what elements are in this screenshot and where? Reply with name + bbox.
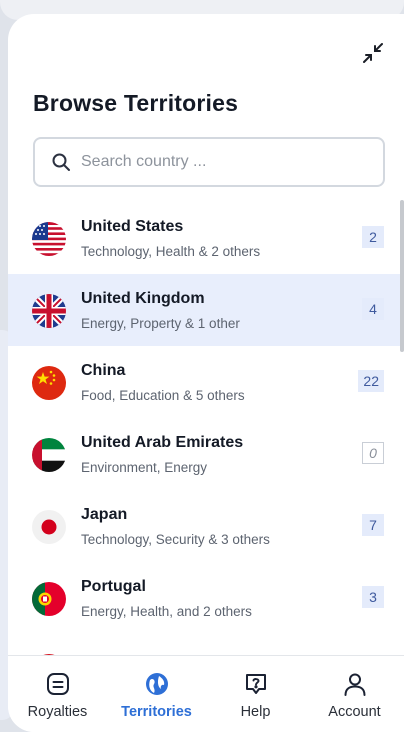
nav-label-account: Account	[328, 704, 381, 720]
nav-label-territories: Territories	[121, 704, 192, 720]
territory-count-badge: 2	[362, 226, 384, 248]
portugal-flag-icon	[32, 582, 66, 616]
territory-sectors: Energy, Property & 1 other	[81, 316, 240, 331]
territory-row-united-arab-emirates[interactable]: United Arab Emirates Environment, Energy…	[8, 418, 404, 490]
territory-row-japan[interactable]: Japan Technology, Security & 3 others 7	[8, 490, 404, 562]
territory-sectors: Technology, Security & 3 others	[81, 532, 270, 547]
page-title: Browse Territories	[33, 90, 239, 116]
account-icon	[341, 670, 369, 698]
nav-item-account[interactable]: Account	[305, 656, 404, 732]
nav-item-territories[interactable]: Territories	[107, 656, 206, 732]
collapse-button[interactable]	[360, 40, 386, 66]
list-scrollbar[interactable]	[400, 200, 404, 352]
nav-label-help: Help	[240, 704, 271, 720]
territory-count-badge: 7	[362, 514, 384, 536]
territory-name: China	[81, 362, 126, 379]
territory-row-partial[interactable]	[8, 634, 404, 656]
territory-name: United Arab Emirates	[81, 434, 244, 451]
search-icon	[52, 153, 70, 171]
territory-row-china[interactable]: China Food, Education & 5 others 22	[8, 346, 404, 418]
territory-sectors: Energy, Health, and 2 others	[81, 604, 252, 619]
territory-count-badge: 3	[362, 586, 384, 608]
search-input[interactable]	[81, 153, 361, 171]
globe-icon	[143, 670, 171, 698]
territory-name: Portugal	[81, 578, 146, 595]
uk-flag-icon	[32, 294, 66, 328]
territory-name: United States	[81, 218, 184, 235]
territory-name: United Kingdom	[81, 290, 205, 307]
territory-sectors: Environment, Energy	[81, 460, 208, 475]
territory-name: Japan	[81, 506, 128, 523]
bottom-navigation: Royalties Territories Help Account	[8, 655, 404, 732]
territories-sheet: Browse Territories Search country ... Un…	[8, 14, 404, 732]
nav-item-royalties[interactable]: Royalties	[8, 656, 107, 732]
japan-flag-icon	[32, 510, 66, 544]
search-box[interactable]	[33, 137, 385, 187]
us-flag-icon	[32, 222, 66, 256]
collapse-arrows-icon	[363, 43, 383, 63]
nav-item-help[interactable]: Help	[206, 656, 305, 732]
uae-flag-icon	[32, 438, 66, 472]
territory-count-badge: 22	[358, 370, 384, 392]
territory-count-badge: 0	[362, 442, 384, 464]
territory-list[interactable]: United States Technology, Health & 2 oth…	[8, 202, 404, 656]
china-flag-icon	[32, 366, 66, 400]
royalties-icon	[44, 670, 72, 698]
territory-row-united-kingdom[interactable]: United Kingdom Energy, Property & 1 othe…	[8, 274, 404, 346]
territory-count-badge: 4	[362, 298, 384, 320]
territory-sectors: Technology, Health & 2 others	[81, 244, 261, 259]
help-icon	[242, 670, 270, 698]
territory-sectors: Food, Education & 5 others	[81, 388, 245, 403]
territory-row-portugal[interactable]: Portugal Energy, Health, and 2 others 3	[8, 562, 404, 634]
territory-row-united-states[interactable]: United States Technology, Health & 2 oth…	[8, 202, 404, 274]
nav-label-royalties: Royalties	[27, 704, 88, 720]
